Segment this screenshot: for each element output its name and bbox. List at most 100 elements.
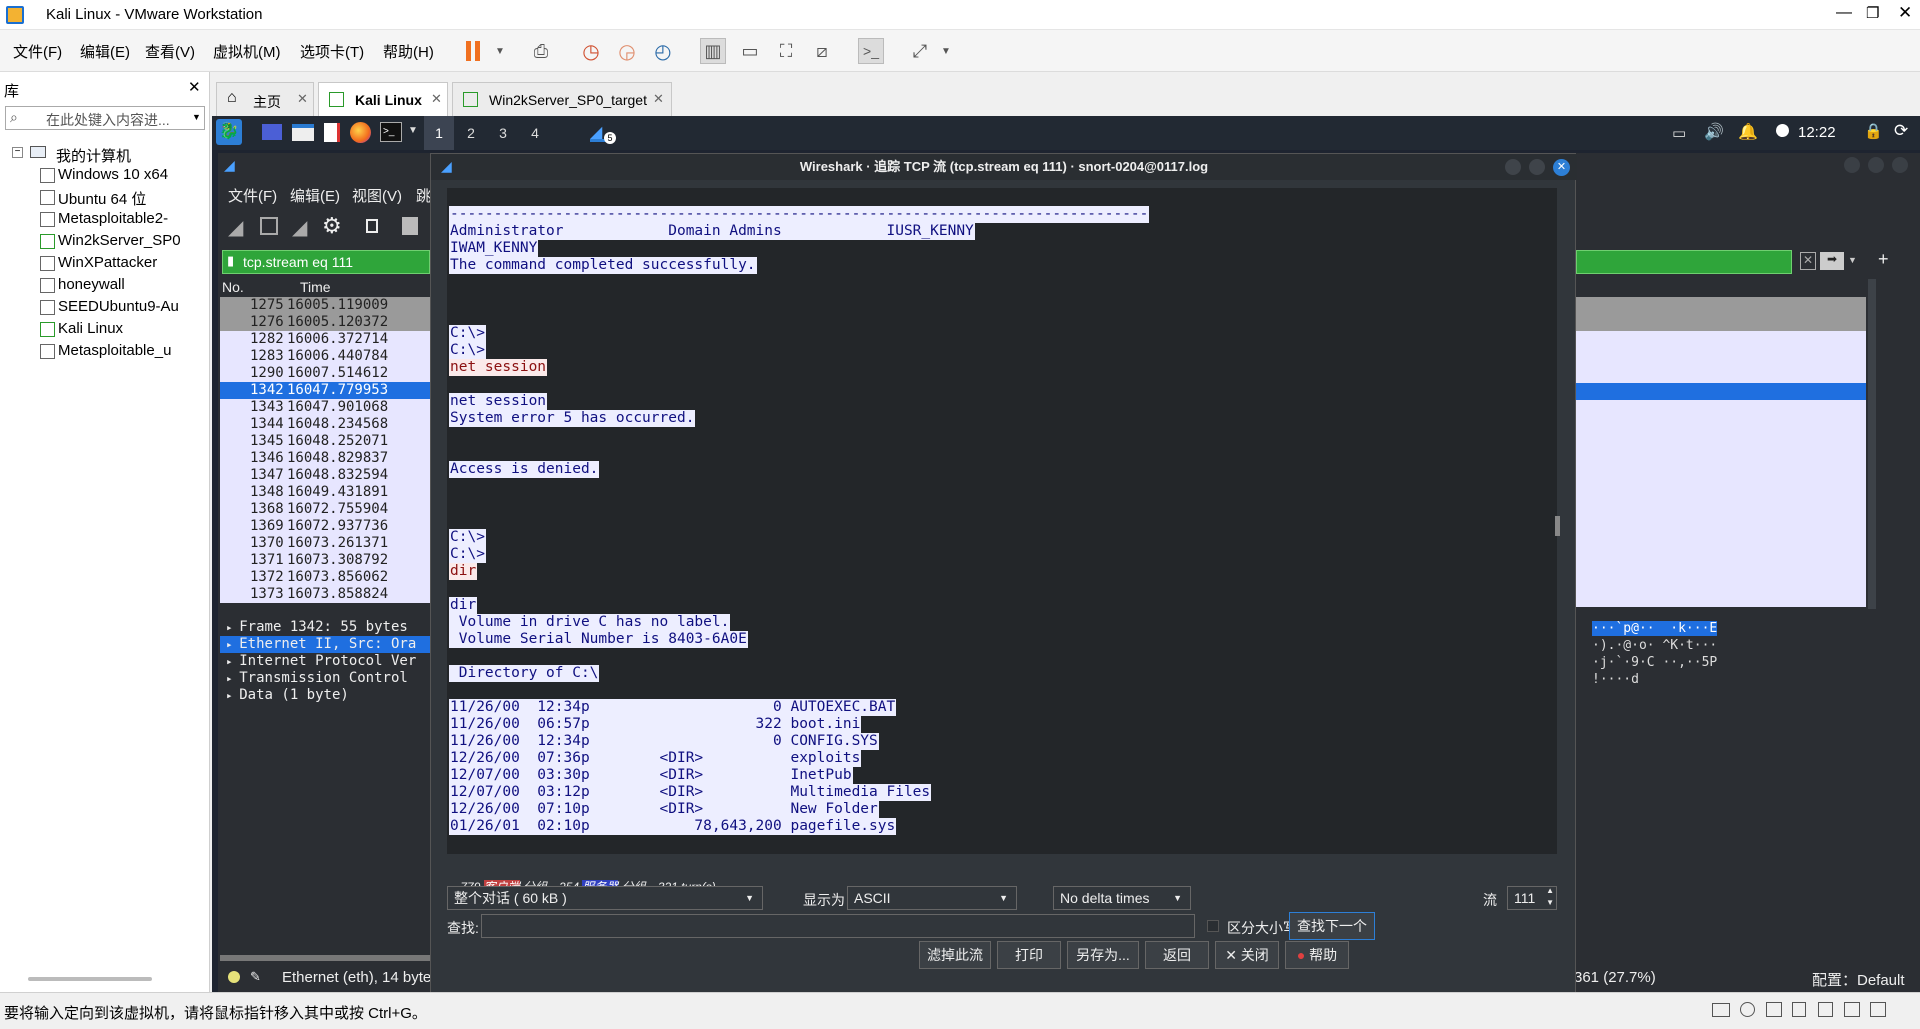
notifications-icon[interactable]: 🔔 xyxy=(1738,122,1758,142)
wireshark-taskbar-icon[interactable]: ◢ 5 xyxy=(590,122,616,144)
library-search-input[interactable]: ⌕ 在此处键入内容进... ▼ xyxy=(5,106,205,130)
tree-collapse-icon[interactable]: − xyxy=(12,147,23,158)
back-button[interactable]: 返回 xyxy=(1145,941,1209,969)
restore-button[interactable]: ❐ xyxy=(1866,4,1879,22)
restart-capture-icon[interactable]: ◢ xyxy=(292,215,307,240)
library-scrollbar[interactable] xyxy=(28,977,152,981)
close-button[interactable]: ✕ 关闭 xyxy=(1215,941,1279,969)
capture-options-icon[interactable]: ⚙ xyxy=(322,213,342,239)
lock-icon[interactable]: 🔒 xyxy=(1864,122,1883,140)
power-icon[interactable]: ⟳ xyxy=(1894,121,1908,141)
edit-comment-icon[interactable]: ✎ xyxy=(250,969,261,985)
packet-row[interactable]: 1370 16073.261371 xyxy=(220,535,430,552)
wireshark-menu-go[interactable]: 跳 xyxy=(416,185,431,206)
send-keys-icon[interactable]: ⎙ xyxy=(528,38,554,64)
packet-row[interactable]: 1346 16048.829837 xyxy=(220,450,430,467)
stretch-icon[interactable]: ⤢ xyxy=(907,38,933,64)
close-icon[interactable] xyxy=(1892,157,1908,173)
menu-tabs[interactable]: 选项卡(T) xyxy=(300,41,364,62)
usb-icon[interactable] xyxy=(1792,1002,1806,1017)
expand-arrow-icon[interactable]: ▸ xyxy=(220,655,239,668)
chevron-down-icon[interactable]: ▼ xyxy=(192,112,201,122)
console-view-icon[interactable]: >_ xyxy=(858,38,884,64)
horizontal-scrollbar[interactable] xyxy=(220,955,432,961)
maximize-icon[interactable] xyxy=(1868,157,1884,173)
packet-row[interactable]: 1348 16049.431891 xyxy=(220,484,430,501)
minimize-icon[interactable] xyxy=(1505,159,1521,175)
expand-arrow-icon[interactable]: ▸ xyxy=(220,672,239,685)
packet-row[interactable]: 1347 16048.832594 xyxy=(220,467,430,484)
open-file-icon[interactable] xyxy=(366,219,378,233)
thumbnail-view-icon[interactable]: ▭ xyxy=(737,38,763,64)
find-next-button[interactable]: 查找下一个(N) xyxy=(1289,912,1375,960)
vm-item[interactable]: Metasploitable_u xyxy=(40,342,171,362)
show-desktop-icon[interactable] xyxy=(262,124,282,140)
wireshark-menu-view[interactable]: 视图(V) xyxy=(352,185,402,206)
detail-row[interactable]: ▸ Frame 1342: 55 bytes xyxy=(220,619,434,636)
menu-help[interactable]: 帮助(H) xyxy=(383,41,434,62)
menu-view[interactable]: 查看(V) xyxy=(145,41,195,62)
print-button[interactable]: 打印 xyxy=(997,941,1061,969)
packet-row[interactable]: 1275 16005.119009 xyxy=(220,297,430,314)
hard-disk-icon[interactable] xyxy=(1712,1003,1730,1017)
workspace-2[interactable]: 2 xyxy=(456,116,486,150)
detail-row[interactable]: ▸ Internet Protocol Ver xyxy=(220,653,434,670)
detail-row[interactable]: ▸ Data (1 byte) xyxy=(220,687,434,704)
display-filter-input[interactable]: ▮ tcp.stream eq 111 xyxy=(222,250,430,274)
close-icon[interactable]: ✕ xyxy=(653,91,664,107)
packet-row[interactable]: 1369 16072.937736 xyxy=(220,518,430,535)
fullscreen-icon[interactable]: ⛶ xyxy=(773,38,799,64)
cd-icon[interactable] xyxy=(1740,1002,1755,1017)
packet-row[interactable]: 1371 16073.308792 xyxy=(220,552,430,569)
detail-row[interactable]: ▸ Transmission Control xyxy=(220,670,434,687)
dropdown-icon[interactable]: ▼ xyxy=(933,38,959,64)
vm-item[interactable]: WinXPattacker xyxy=(40,254,157,274)
tree-root-label[interactable]: 我的计算机 xyxy=(56,145,131,166)
firefox-icon[interactable] xyxy=(350,122,371,143)
packet-row[interactable]: 1283 16006.440784 xyxy=(220,348,430,365)
workspace-3[interactable]: 3 xyxy=(488,116,518,150)
library-view-icon[interactable]: ▥ xyxy=(700,38,726,64)
packet-list[interactable]: 1275 16005.119009 1276 16005.120372 1282 1600… xyxy=(220,297,434,607)
vm-item[interactable]: Metasploitable2- xyxy=(40,210,168,230)
network-icon[interactable] xyxy=(1766,1002,1782,1017)
display-icon[interactable] xyxy=(1844,1002,1860,1017)
conversation-select[interactable]: 整个对话 ( 60 kB ) ▼ xyxy=(447,886,763,910)
packet-row[interactable]: 1372 16073.856062 xyxy=(220,569,430,586)
filter-out-stream-button[interactable]: 滤掉此流 xyxy=(919,941,991,969)
close-button[interactable]: ✕ xyxy=(1898,3,1912,23)
help-button[interactable]: ● 帮助 xyxy=(1285,941,1349,969)
text-editor-icon[interactable] xyxy=(324,123,340,142)
vm-item[interactable]: honeywall xyxy=(40,276,125,296)
clock[interactable]: 12:22 xyxy=(1798,124,1836,141)
wireshark-menu-file[interactable]: 文件(F) xyxy=(228,185,277,206)
menu-edit[interactable]: 编辑(E) xyxy=(80,41,130,62)
packet-row[interactable]: 1342 16047.779953 xyxy=(220,382,430,399)
minimize-icon[interactable] xyxy=(1844,157,1860,173)
wireshark-menu-edit[interactable]: 编辑(E) xyxy=(290,185,340,206)
save-file-icon[interactable] xyxy=(402,217,418,235)
packet-row[interactable]: 1344 16048.234568 xyxy=(220,416,430,433)
packet-details[interactable]: ▸ Frame 1342: 55 bytes ▸ Ethernet II, Src… xyxy=(220,619,434,719)
kali-menu-icon[interactable]: 🐉 xyxy=(216,119,242,145)
vm-item[interactable]: SEEDUbuntu9-Au xyxy=(40,298,179,318)
expand-arrow-icon[interactable]: ▸ xyxy=(220,689,239,702)
revert-snapshot-icon[interactable]: ◶ xyxy=(614,38,640,64)
packet-row[interactable]: 1345 16048.252071 xyxy=(220,433,430,450)
volume-icon[interactable]: 🔊 xyxy=(1704,122,1724,142)
stop-capture-icon[interactable] xyxy=(260,217,278,235)
tab-kali-linux[interactable]: Kali Linux ✕ xyxy=(318,82,448,116)
workspace-4[interactable]: 4 xyxy=(520,116,550,150)
close-icon[interactable]: ✕ xyxy=(1553,159,1570,176)
apply-filter-icon[interactable]: ➡ xyxy=(1820,252,1844,270)
packet-row[interactable]: 1368 16072.755904 xyxy=(220,501,430,518)
close-icon[interactable]: ✕ xyxy=(188,78,201,96)
tab-win2kserver[interactable]: Win2kServer_SP0_target ✕ xyxy=(452,82,672,116)
profile-label[interactable]: 配置：Default xyxy=(1812,969,1905,990)
chevron-down-icon[interactable]: ▼ xyxy=(1848,255,1857,265)
terminal-icon[interactable]: >_ xyxy=(380,122,402,142)
packet-row[interactable]: 1276 16005.120372 xyxy=(220,314,430,331)
vm-item[interactable]: Windows 10 x64 xyxy=(40,166,168,186)
menu-file[interactable]: 文件(F) xyxy=(13,41,62,62)
bookmark-icon[interactable]: ▮ xyxy=(227,253,234,269)
